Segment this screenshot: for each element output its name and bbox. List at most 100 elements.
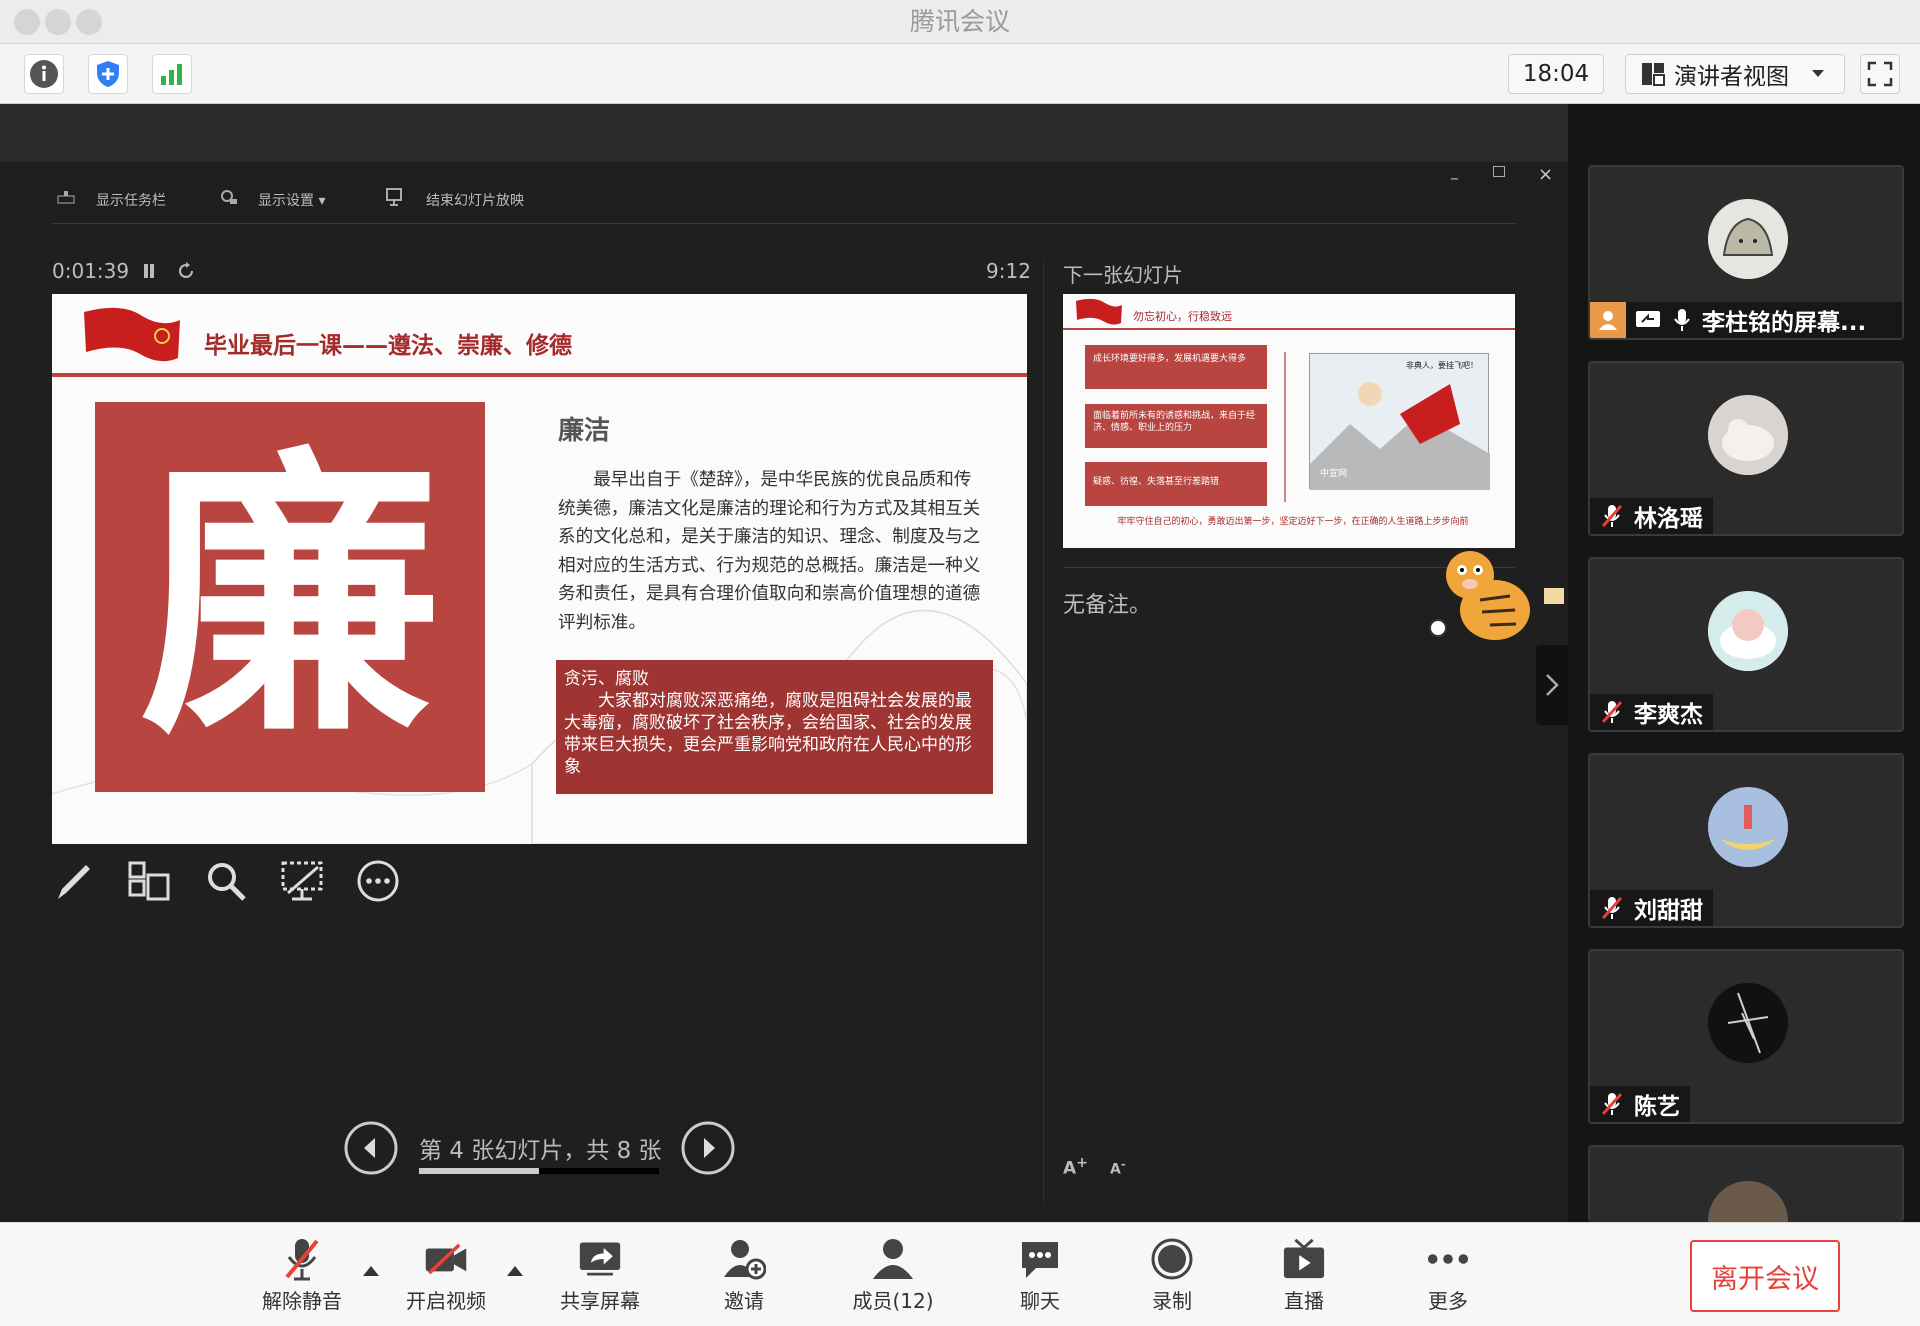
- next-slide-preview[interactable]: 勿忘初心，行稳致远 成长环境要好得多，发展机遇要大得多 面临着前所未有的诱惑和挑…: [1063, 294, 1515, 548]
- next-slide-title: 勿忘初心，行稳致远: [1133, 310, 1232, 323]
- avatar: [1708, 591, 1788, 671]
- participant-tile[interactable]: 李爽杰: [1588, 557, 1904, 732]
- increase-font-button[interactable]: A+: [1063, 1155, 1088, 1179]
- info-icon: [30, 60, 58, 88]
- view-mode-label: 演讲者视图: [1674, 64, 1789, 90]
- muted-mic-icon: [1601, 504, 1623, 528]
- meeting-controls-bar: 解除静音 开启视频 共享屏幕 邀请 成员(12) 聊天 录制 直播 更多 离开会…: [0, 1222, 1920, 1326]
- participant-namebar: 林洛瑶: [1590, 498, 1713, 534]
- fullscreen-button[interactable]: [1860, 54, 1900, 94]
- next-slide-footer: 牢牢守住自己的初心，勇敢迈出第一步，坚定迈好下一步，在正确的人生道路上步步向前: [1117, 517, 1469, 527]
- share-screen-button[interactable]: 共享屏幕: [550, 1223, 650, 1326]
- start-video-button[interactable]: 开启视频: [396, 1223, 496, 1326]
- live-tv-icon: [1283, 1238, 1325, 1278]
- participant-namebar: 李柱铭的屏幕...: [1590, 302, 1902, 338]
- decrease-font-button[interactable]: A-: [1110, 1157, 1126, 1178]
- record-button[interactable]: 录制: [1122, 1223, 1222, 1326]
- participant-tile[interactable]: 林洛瑶: [1588, 361, 1904, 536]
- fullscreen-icon: [1867, 61, 1893, 87]
- video-off-icon: [425, 1243, 467, 1274]
- avatar: [1708, 787, 1788, 867]
- lian-character: 廉: [140, 420, 440, 773]
- next-slide-button[interactable]: [681, 1121, 735, 1175]
- share-screen-icon: [579, 1242, 621, 1275]
- signal-bars-icon: [161, 64, 182, 85]
- participant-tile[interactable]: [1588, 1145, 1904, 1222]
- title-underline: [52, 373, 1027, 377]
- slide-counter: 第 4 张幻灯片，共 8 张: [419, 1138, 662, 1164]
- next-item-1: 成长环境要好得多，发展机遇要大得多: [1085, 345, 1267, 389]
- invite-button[interactable]: 邀请: [694, 1223, 794, 1326]
- black-screen-icon[interactable]: [280, 859, 324, 903]
- end-slideshow-button[interactable]: 结束幻灯片放映: [426, 190, 524, 210]
- close-icon[interactable]: ×: [1538, 164, 1553, 185]
- display-settings-icon: [221, 190, 237, 204]
- next-slide-label: 下一张幻灯片: [1063, 263, 1183, 287]
- muted-mic-icon: [1601, 1092, 1623, 1116]
- meeting-info-button[interactable]: [24, 54, 64, 94]
- participant-tile[interactable]: 陈艺: [1588, 949, 1904, 1124]
- members-label: 成员(12): [852, 1288, 934, 1313]
- red-flag-icon: [84, 307, 180, 362]
- previous-slide-button[interactable]: [344, 1121, 398, 1175]
- meeting-clock: 18:04: [1508, 54, 1604, 94]
- slide-heading: 廉洁: [558, 416, 611, 446]
- next-item-3: 疑惑、彷徨、失落甚至行差踏错: [1085, 462, 1267, 506]
- speaker-notes: 无备注。: [1063, 593, 1152, 618]
- unmute-button[interactable]: 解除静音: [252, 1223, 352, 1326]
- slide-progress-fill: [419, 1168, 539, 1174]
- record-icon: [1151, 1238, 1193, 1279]
- more-button[interactable]: 更多: [1398, 1223, 1498, 1326]
- participant-name: 李柱铭的屏幕...: [1702, 310, 1867, 336]
- participant-namebar: 陈艺: [1590, 1086, 1690, 1122]
- minimize-icon[interactable]: –: [1450, 168, 1459, 189]
- layout-icon: [1642, 63, 1665, 86]
- more-options-icon[interactable]: [356, 859, 400, 903]
- see-all-slides-icon[interactable]: [126, 859, 170, 903]
- slide-progress-track: [419, 1168, 659, 1174]
- muted-mic-icon: [285, 1238, 319, 1280]
- members-button[interactable]: 成员(12): [843, 1223, 943, 1326]
- view-mode-select[interactable]: 演讲者视图: [1625, 54, 1845, 94]
- network-signal-button[interactable]: [152, 54, 192, 94]
- elapsed-timer: 0:01:39: [52, 259, 130, 283]
- slide-body-text: 最早出自于《楚辞》，是中华民族的优良品质和传统美德，廉洁文化是廉洁的理论和行为方…: [558, 470, 981, 633]
- meeting-toolbar: 18:04 演讲者视图: [0, 44, 1920, 104]
- chat-button[interactable]: 聊天: [990, 1223, 1090, 1326]
- caret-up-icon[interactable]: [506, 1265, 524, 1277]
- avatar-image: [1708, 983, 1788, 1063]
- leave-meeting-button[interactable]: 离开会议: [1690, 1240, 1840, 1312]
- panel-divider: [1043, 262, 1044, 1202]
- current-time: 9:12: [986, 259, 1031, 283]
- participant-tile[interactable]: 李柱铭的屏幕...: [1588, 165, 1904, 340]
- display-settings-button[interactable]: 显示设置 ▾: [258, 190, 325, 210]
- avatar: [1708, 1181, 1788, 1222]
- zoom-magnifier-icon[interactable]: [204, 859, 248, 903]
- person-icon: [1590, 302, 1626, 338]
- restart-timer-icon[interactable]: [177, 262, 195, 280]
- comic-caption: 非典人，要挂飞吧！: [1406, 361, 1478, 370]
- window-title: 腾讯会议: [909, 7, 1010, 36]
- restore-icon[interactable]: [1493, 166, 1505, 177]
- more-label: 更多: [1428, 1288, 1468, 1313]
- participant-name: 陈艺: [1634, 1094, 1680, 1120]
- current-slide: 毕业最后一课——遵法、崇廉、修德 廉 廉洁 最早出自于《楚辞》，是中华民族的优良…: [52, 294, 1027, 844]
- comic-image: 非典人，要挂飞吧！ 中宣网: [1309, 353, 1490, 490]
- lian-character-panel: 廉: [95, 402, 485, 792]
- chat-label: 聊天: [1020, 1288, 1060, 1313]
- avatar: [1708, 199, 1788, 279]
- live-stream-label: 直播: [1284, 1288, 1324, 1313]
- show-taskbar-button[interactable]: 显示任务栏: [96, 190, 166, 210]
- invite-label: 邀请: [724, 1288, 764, 1313]
- participant-tile[interactable]: 刘甜甜: [1588, 753, 1904, 928]
- caret-up-icon[interactable]: [362, 1265, 380, 1277]
- microphone-icon: [1674, 309, 1690, 331]
- corruption-box-text: 大家都对腐败深恶痛绝，腐败是阻碍社会发展的最大毒瘤，腐败破坏了社会秩序，会给国家…: [564, 691, 972, 777]
- pause-icon[interactable]: [144, 264, 148, 278]
- avatar-image: [1708, 591, 1788, 671]
- collapse-sidebar-button[interactable]: [1536, 645, 1568, 725]
- live-stream-button[interactable]: 直播: [1254, 1223, 1354, 1326]
- record-label: 录制: [1152, 1288, 1192, 1313]
- pen-icon[interactable]: [52, 859, 96, 903]
- security-button[interactable]: [88, 54, 128, 94]
